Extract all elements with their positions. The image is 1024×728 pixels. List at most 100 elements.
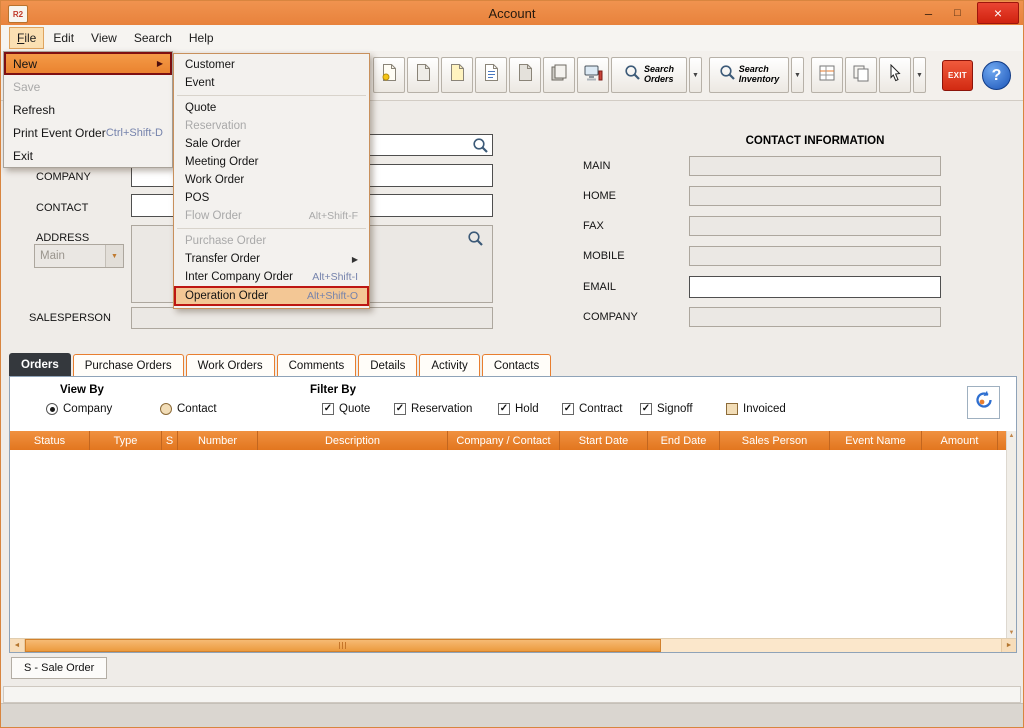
search-orders-label-2: Orders bbox=[644, 74, 674, 84]
filter-contract-checkbox[interactable]: ✓ Contract bbox=[562, 403, 622, 415]
column-header-sales-person[interactable]: Sales Person bbox=[720, 431, 830, 450]
menu-file[interactable]: File bbox=[9, 27, 44, 49]
company-phone-label: COMPANY bbox=[583, 311, 638, 323]
submenu-item-pos[interactable]: POS bbox=[174, 189, 369, 207]
filter-signoff-checkbox[interactable]: ✓ Signoff bbox=[640, 403, 693, 415]
scroll-up-icon[interactable]: ▲ bbox=[1009, 431, 1015, 441]
menu-item-print-event-order[interactable]: Print Event Order Ctrl+Shift-D bbox=[4, 121, 172, 144]
fax-label: FAX bbox=[583, 220, 604, 232]
refresh-icon bbox=[973, 389, 995, 416]
search-inventory-button[interactable]: SearchInventory bbox=[709, 57, 789, 93]
tab-purchase-orders[interactable]: Purchase Orders bbox=[73, 354, 184, 376]
new-document-button[interactable] bbox=[373, 57, 405, 93]
pointer-dropdown[interactable]: ▼ bbox=[913, 57, 926, 93]
address-type-combo: Main ▼ bbox=[34, 244, 124, 268]
filter-invoiced-checkbox[interactable]: ✓ Invoiced bbox=[726, 403, 786, 415]
column-header-amount[interactable]: Amount bbox=[922, 431, 998, 450]
menu-edit[interactable]: Edit bbox=[45, 27, 82, 49]
refresh-results-button[interactable] bbox=[967, 386, 1000, 419]
email-input[interactable] bbox=[689, 276, 941, 298]
column-header-start-date[interactable]: Start Date bbox=[560, 431, 648, 450]
document-yellow-icon bbox=[449, 63, 466, 87]
grid-icon bbox=[818, 64, 836, 87]
filter-quote-checkbox[interactable]: ✓ Quote bbox=[322, 403, 370, 415]
submenu-item-customer[interactable]: Customer bbox=[174, 56, 369, 74]
horizontal-scrollbar-thumb[interactable] bbox=[25, 639, 661, 652]
shortcut-label: Alt+Shift-F bbox=[309, 210, 358, 222]
menu-item-refresh[interactable]: Refresh bbox=[4, 98, 172, 121]
menu-help[interactable]: Help bbox=[181, 27, 222, 49]
pointer-button[interactable] bbox=[879, 57, 911, 93]
document-lines-button[interactable] bbox=[475, 57, 507, 93]
document-gray-button[interactable] bbox=[509, 57, 541, 93]
submenu-item-inter-company-order[interactable]: Inter Company Order Alt+Shift-I bbox=[174, 268, 369, 286]
submenu-item-operation-order[interactable]: Operation Order Alt+Shift-O bbox=[174, 286, 369, 306]
document-yellow-button[interactable] bbox=[441, 57, 473, 93]
home-input bbox=[689, 186, 941, 206]
tab-activity[interactable]: Activity bbox=[419, 354, 479, 376]
exit-button[interactable]: EXIT bbox=[942, 60, 973, 91]
submenu-item-event[interactable]: Event bbox=[174, 74, 369, 92]
filter-reservation-checkbox[interactable]: ✓ Reservation bbox=[394, 403, 472, 415]
submenu-item-transfer-order[interactable]: Transfer Order ▶ bbox=[174, 250, 369, 268]
tab-details[interactable]: Details bbox=[358, 354, 417, 376]
menu-item-new[interactable]: New ▶ bbox=[4, 52, 172, 75]
search-orders-button[interactable]: SearchOrders bbox=[611, 57, 687, 93]
email-label: EMAIL bbox=[583, 281, 616, 293]
menu-view[interactable]: View bbox=[83, 27, 125, 49]
new-submenu: Customer Event Quote Reservation Sale Or… bbox=[173, 53, 370, 309]
column-header-status[interactable]: Status bbox=[10, 431, 90, 450]
view-by-company-radio[interactable]: Company bbox=[46, 403, 112, 415]
scroll-down-icon[interactable]: ▼ bbox=[1009, 628, 1015, 638]
tab-contacts[interactable]: Contacts bbox=[482, 354, 551, 376]
menu-search[interactable]: Search bbox=[126, 27, 180, 49]
submenu-item-quote[interactable]: Quote bbox=[174, 99, 369, 117]
home-label: HOME bbox=[583, 190, 616, 202]
app-icon: R2 bbox=[8, 5, 28, 23]
help-button[interactable]: ? bbox=[982, 61, 1011, 90]
tab-orders[interactable]: Orders bbox=[9, 353, 71, 376]
search-inventory-label-2: Inventory bbox=[739, 74, 780, 84]
search-inventory-dropdown[interactable]: ▼ bbox=[791, 57, 804, 93]
search-orders-dropdown[interactable]: ▼ bbox=[689, 57, 702, 93]
column-header-number[interactable]: Number bbox=[178, 431, 258, 450]
column-header-company-contact[interactable]: Company / Contact bbox=[448, 431, 560, 450]
open-document-button[interactable] bbox=[407, 57, 439, 93]
tab-bar: Orders Purchase Orders Work Orders Comme… bbox=[9, 353, 553, 376]
filter-hold-checkbox[interactable]: ✓ Hold bbox=[498, 403, 539, 415]
menubar: File Edit View Search Help bbox=[1, 25, 1023, 52]
view-by-contact-radio[interactable]: Contact bbox=[160, 403, 217, 415]
open-document-icon bbox=[415, 63, 432, 87]
maximize-button[interactable]: □ bbox=[943, 1, 972, 25]
workstation-button[interactable] bbox=[577, 57, 609, 93]
mobile-label: MOBILE bbox=[583, 250, 625, 262]
scroll-left-icon[interactable]: ◄ bbox=[10, 639, 25, 652]
search-icon[interactable] bbox=[472, 137, 489, 159]
minimize-button[interactable]: – bbox=[914, 1, 943, 25]
submenu-item-meeting-order[interactable]: Meeting Order bbox=[174, 153, 369, 171]
column-header-event-name[interactable]: Event Name bbox=[830, 431, 922, 450]
search-orders-label-1: Search bbox=[644, 64, 674, 74]
documents-stack-button[interactable] bbox=[543, 57, 575, 93]
column-header-type[interactable]: Type bbox=[90, 431, 162, 450]
search-icon bbox=[719, 64, 736, 86]
pointer-icon bbox=[887, 64, 903, 87]
submenu-item-sale-order[interactable]: Sale Order bbox=[174, 135, 369, 153]
tab-work-orders[interactable]: Work Orders bbox=[186, 354, 275, 376]
titlebar: R2 Account – □ × bbox=[1, 1, 1023, 25]
grid-button[interactable] bbox=[811, 57, 843, 93]
orders-table-body bbox=[10, 450, 1006, 638]
scroll-right-icon[interactable]: ► bbox=[1001, 639, 1016, 652]
copy-button[interactable] bbox=[845, 57, 877, 93]
column-header-description[interactable]: Description bbox=[258, 431, 448, 450]
vertical-scrollbar[interactable]: ▲ ▼ bbox=[1006, 431, 1016, 638]
menu-item-exit[interactable]: Exit bbox=[4, 144, 172, 167]
column-header-s[interactable]: S bbox=[162, 431, 178, 450]
tab-comments[interactable]: Comments bbox=[277, 354, 357, 376]
menu-separator bbox=[177, 228, 366, 229]
close-button[interactable]: × bbox=[977, 2, 1019, 24]
column-header-end-date[interactable]: End Date bbox=[648, 431, 720, 450]
menu-separator bbox=[177, 95, 366, 96]
submenu-item-work-order[interactable]: Work Order bbox=[174, 171, 369, 189]
address-search-icon[interactable] bbox=[467, 230, 484, 252]
